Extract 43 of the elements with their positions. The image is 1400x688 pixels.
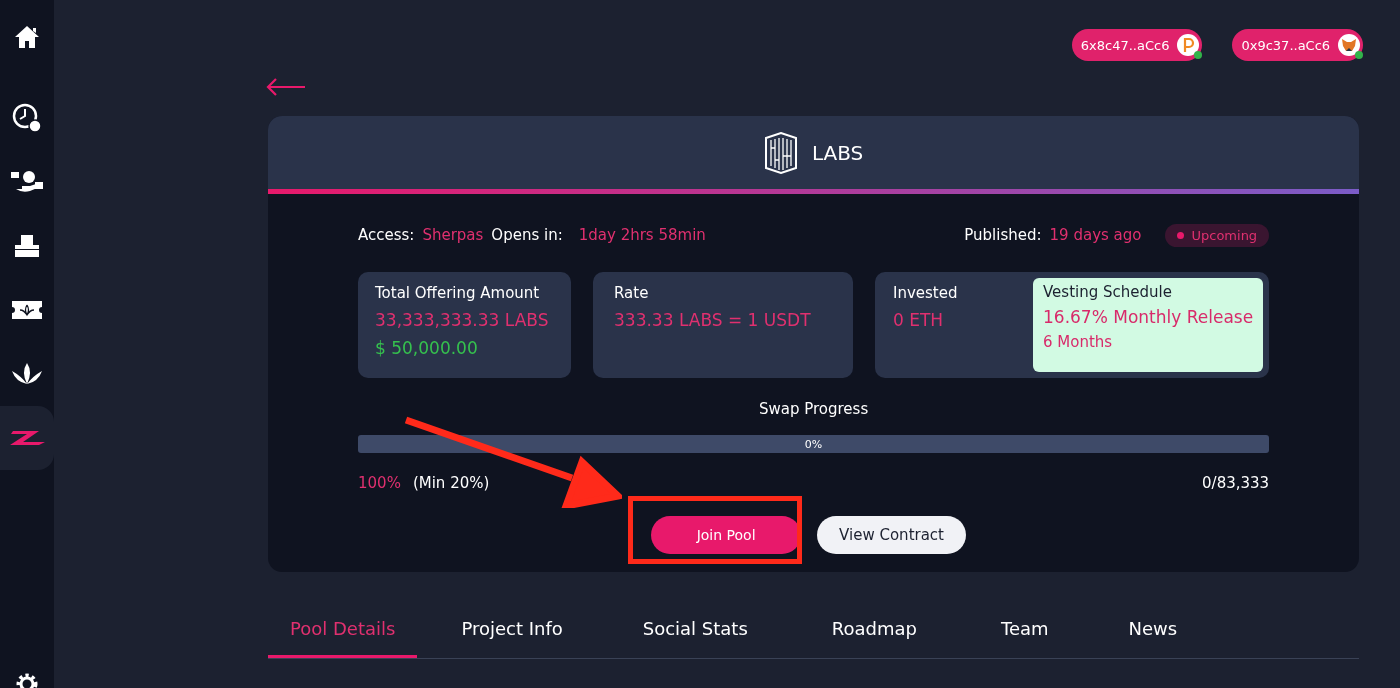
wallet-button[interactable]: 0x9c37..aCc6 xyxy=(1232,29,1364,61)
back-arrow-icon[interactable] xyxy=(266,77,306,97)
share-value: 100% xyxy=(358,474,401,492)
status-badge: Upcoming xyxy=(1165,223,1270,247)
stat-title: Rate xyxy=(614,284,650,302)
hand-coin-icon xyxy=(10,169,44,195)
ballot-box-icon xyxy=(14,234,40,258)
tab[interactable]: Roadmap xyxy=(809,606,939,658)
p-logo-icon xyxy=(1177,34,1200,56)
pool-name: LABS xyxy=(811,140,864,165)
min-value: (Min 20%) xyxy=(412,474,490,492)
building-logo-icon xyxy=(763,131,798,174)
wallet-button[interactable]: 6x8c47..aCc6 xyxy=(1071,29,1203,61)
vesting-title: Vesting Schedule xyxy=(1043,283,1173,301)
lotus-icon xyxy=(11,362,43,386)
clock-dollar-icon xyxy=(12,103,42,133)
tab[interactable]: Project Info xyxy=(439,606,585,658)
opens-label: Opens in: xyxy=(491,226,563,244)
stat-usd-value: $ 50,000.00 xyxy=(375,338,479,358)
stat-value: 333.33 LABS = 1 USDT xyxy=(614,310,811,330)
stat-title: Total Offering Amount xyxy=(375,284,541,302)
published-label: Published: xyxy=(964,226,1042,244)
progress-reading: 0% xyxy=(804,437,823,451)
stat-value: 0 ETH xyxy=(893,310,945,330)
view-contract-button[interactable]: View Contract xyxy=(817,516,966,554)
stat-value: 33,333,333.33 LABS xyxy=(375,310,549,330)
published-value: 19 days ago xyxy=(1049,226,1142,244)
tab[interactable]: Team xyxy=(978,606,1071,658)
fox-icon xyxy=(1338,34,1361,56)
access-value: Sherpas xyxy=(422,226,484,244)
vesting-value: 16.67% Monthly Release xyxy=(1043,307,1254,327)
tab[interactable]: News xyxy=(1106,606,1200,658)
access-label: Access: xyxy=(358,226,415,244)
tab[interactable]: Pool Details xyxy=(268,606,418,658)
tab[interactable]: Social Stats xyxy=(620,606,770,658)
home-icon xyxy=(14,25,40,49)
ticket-icon xyxy=(11,300,43,320)
vesting-duration: 6 Months xyxy=(1043,333,1114,351)
z-logo-icon xyxy=(9,430,45,446)
stat-title: Invested xyxy=(893,284,959,302)
opens-value: 1day 2hrs 58min xyxy=(578,226,706,244)
progress-title: Swap Progress xyxy=(757,400,870,418)
swap-count: 0/83,333 xyxy=(1202,474,1270,492)
